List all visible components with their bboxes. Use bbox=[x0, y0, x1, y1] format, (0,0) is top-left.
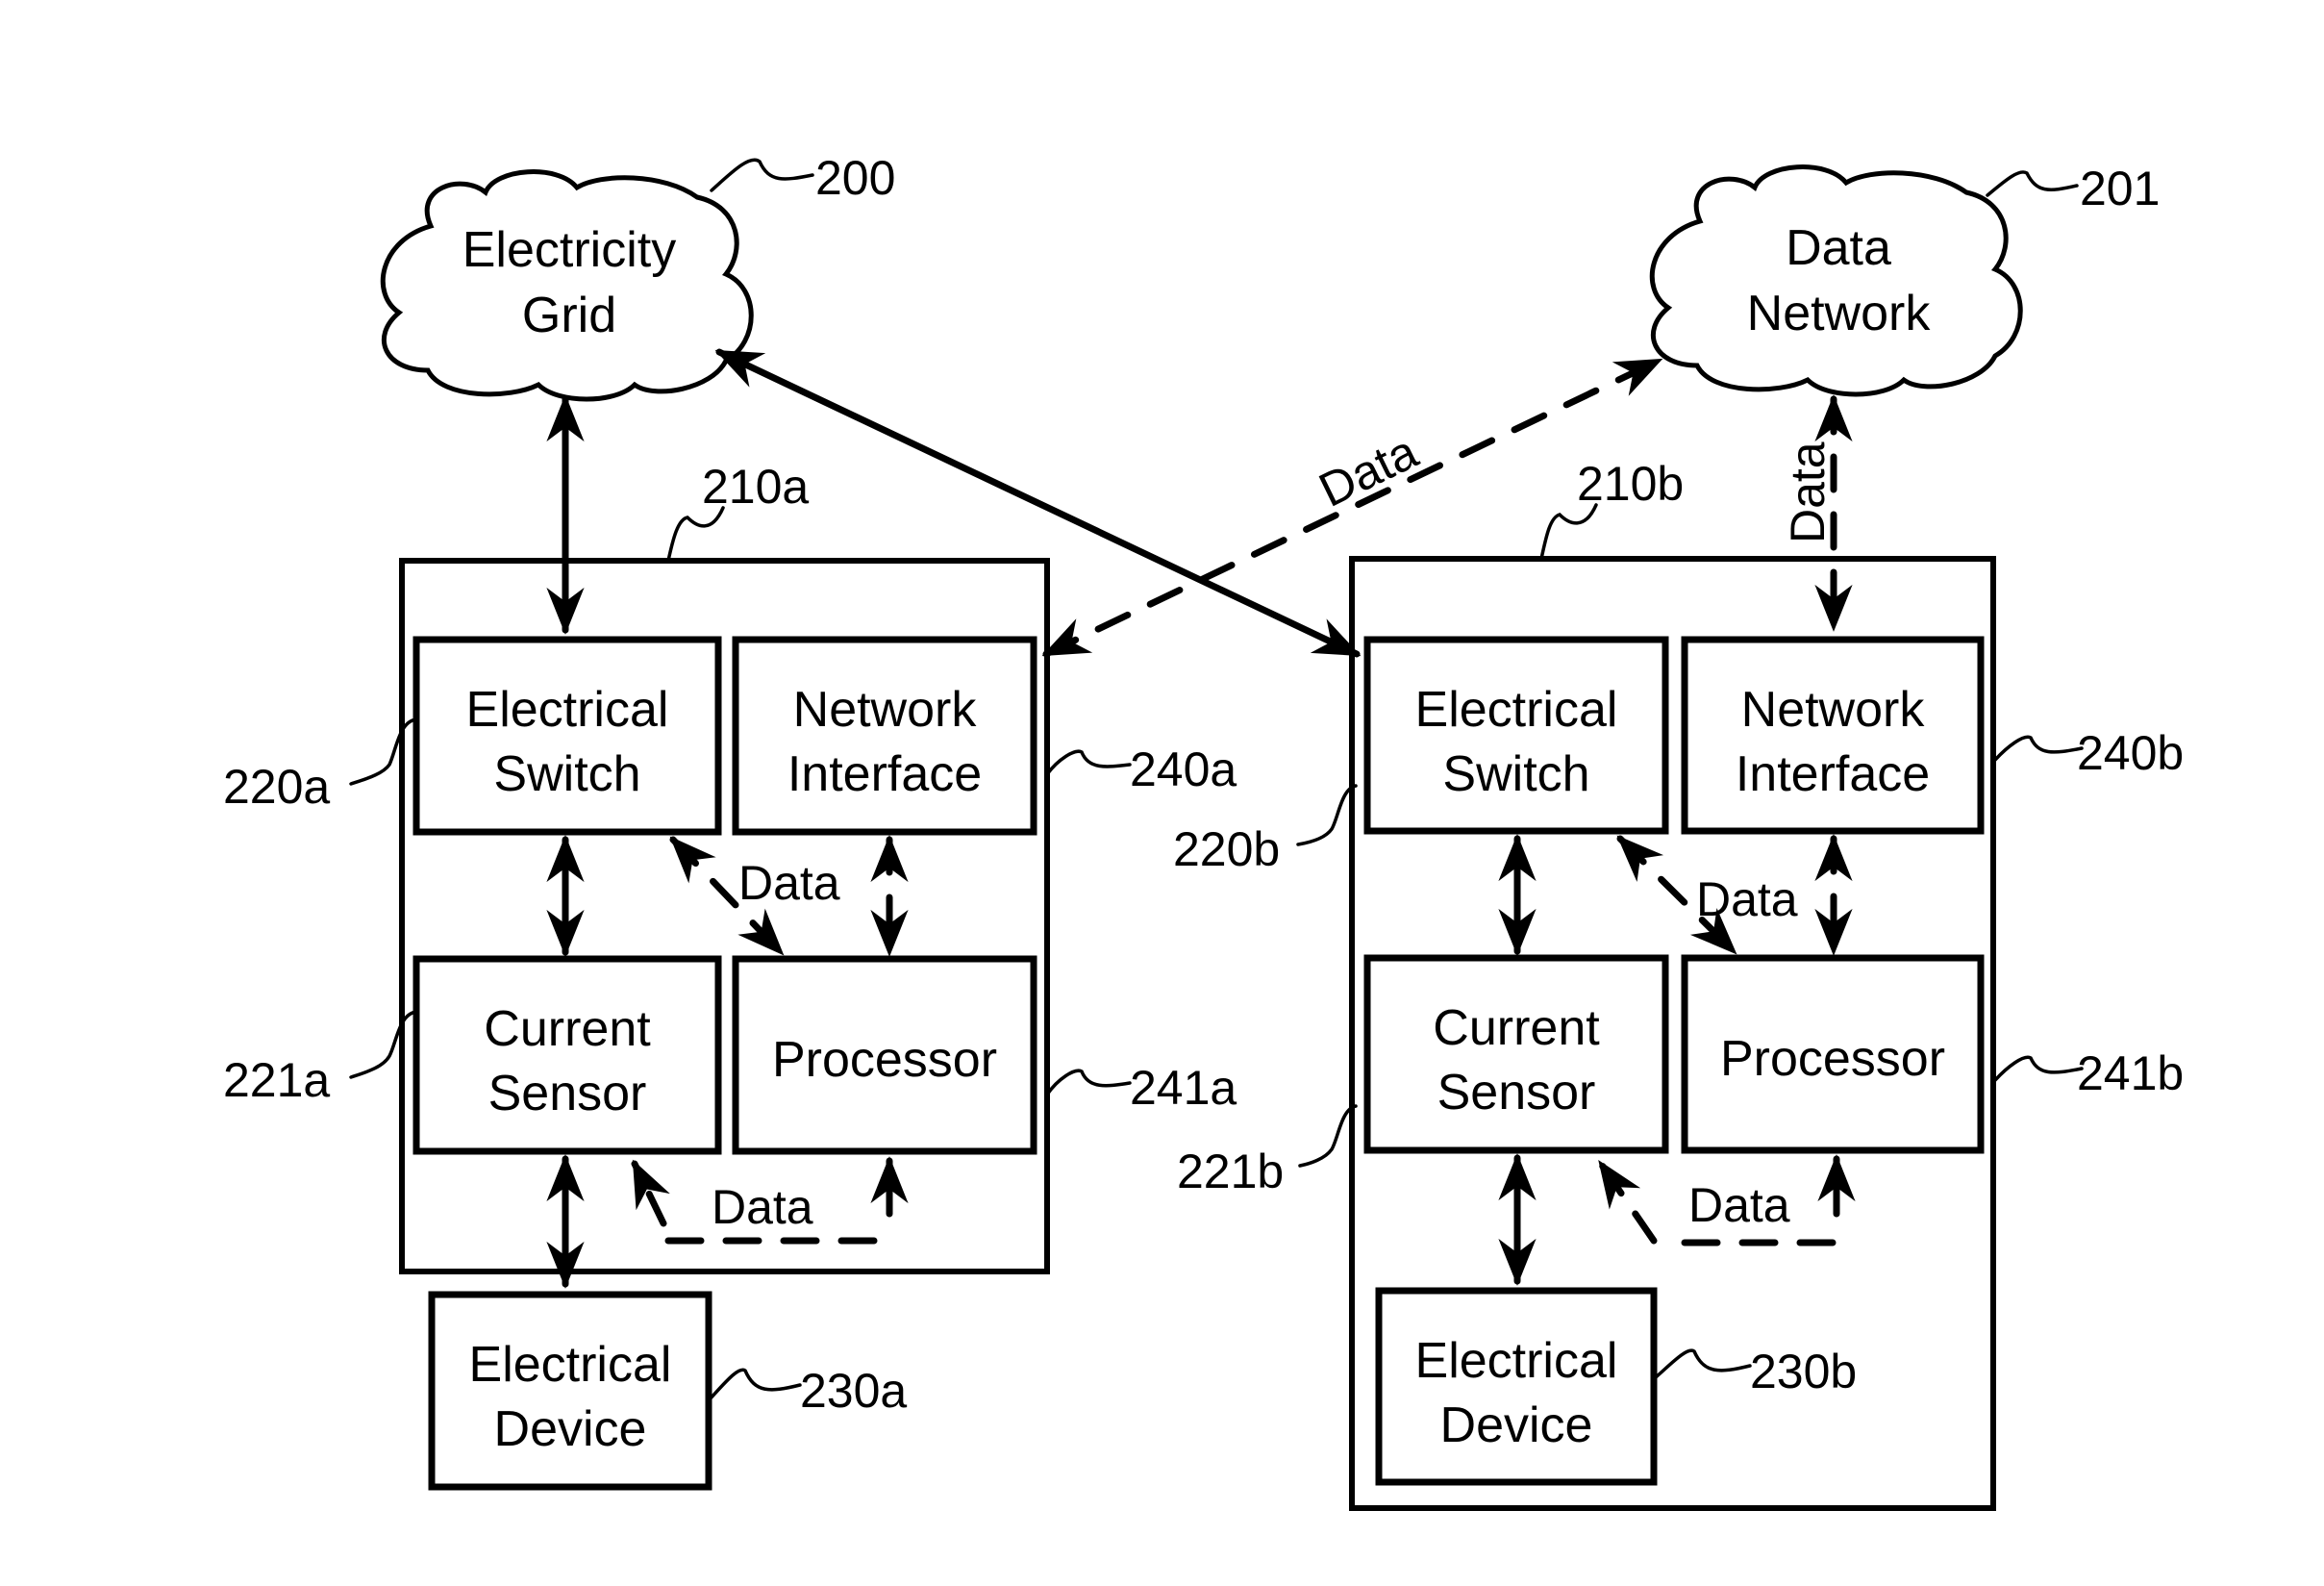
box-label-line1: Electrical bbox=[466, 682, 669, 738]
ref-label-220a: 220a bbox=[223, 760, 330, 814]
ref-leader-241a bbox=[1045, 1069, 1132, 1096]
cloud-shape bbox=[380, 169, 754, 402]
box-label-line1: Electrical bbox=[469, 1337, 672, 1393]
box-label-line1: Current bbox=[484, 1001, 651, 1057]
box-label-line1: Network bbox=[1741, 682, 1926, 738]
data-link-label-vertical: Data bbox=[1781, 441, 1835, 543]
ref-label-220b: 220b bbox=[1173, 822, 1280, 876]
box-label-line1: Electrical bbox=[1415, 682, 1618, 738]
data-label: Data bbox=[712, 1180, 813, 1234]
ref-label-221a: 221a bbox=[223, 1053, 330, 1107]
system-210b: 210b Electrical Switch Network Interface… bbox=[1173, 457, 2184, 1511]
ref-leader-210b bbox=[1539, 503, 1598, 561]
data-label: Data bbox=[1696, 872, 1798, 926]
ref-leader-210a bbox=[666, 506, 725, 563]
ref-label-210b: 210b bbox=[1577, 457, 1684, 511]
ref-label-230b: 230b bbox=[1750, 1345, 1857, 1398]
ref-leader-241b bbox=[1993, 1055, 2084, 1082]
ref-leader-200 bbox=[710, 158, 814, 192]
processor-sensor-data-link-a bbox=[1597, 1159, 1658, 1245]
cloud-shape bbox=[1649, 164, 2023, 397]
ref-leader-220b bbox=[1296, 784, 1358, 846]
box-label-line2: Device bbox=[494, 1401, 647, 1457]
ref-leader-221a bbox=[349, 1010, 418, 1079]
data-label: Data bbox=[738, 856, 840, 910]
ref-label-240a: 240a bbox=[1130, 743, 1237, 796]
processor-sensor-data-link-a bbox=[631, 1159, 670, 1227]
box-label-line2: Device bbox=[1440, 1397, 1593, 1453]
ref-leader-201 bbox=[1986, 170, 2079, 197]
box-label-line1: Current bbox=[1433, 1000, 1600, 1056]
box-label-line1: Network bbox=[793, 682, 978, 738]
box-label: Processor bbox=[772, 1032, 997, 1088]
ref-leader-230b bbox=[1654, 1348, 1752, 1379]
ref-label-221b: 221b bbox=[1177, 1145, 1284, 1198]
grid-to-switch-b-power-link bbox=[714, 348, 1362, 658]
ref-leader-220a bbox=[349, 717, 418, 786]
data-label: Data bbox=[1688, 1178, 1790, 1232]
ref-label-241b: 241b bbox=[2077, 1046, 2184, 1100]
ref-label-230a: 230a bbox=[800, 1364, 907, 1418]
ref-leader-240b bbox=[1993, 735, 2084, 762]
cloud-label-line2: Network bbox=[1747, 286, 1932, 341]
ref-label-241a: 241a bbox=[1130, 1061, 1237, 1115]
box-label-line2: Interface bbox=[787, 746, 982, 802]
ref-label-201: 201 bbox=[2080, 162, 2160, 215]
box-label-line1: Electrical bbox=[1415, 1333, 1618, 1389]
cloud-label-line2: Grid bbox=[522, 288, 616, 343]
ref-label-210a: 210a bbox=[702, 460, 809, 514]
cloud-label-line1: Electricity bbox=[462, 222, 676, 278]
box-label-line2: Switch bbox=[1442, 746, 1589, 802]
ref-label-200: 200 bbox=[815, 151, 895, 205]
ref-leader-230a bbox=[707, 1368, 802, 1402]
ref-leader-240a bbox=[1045, 749, 1132, 776]
ref-leader-221b bbox=[1298, 1104, 1358, 1168]
electricity-grid-cloud: Electricity Grid 200 bbox=[380, 151, 895, 402]
system-diagram: Electricity Grid 200 Data Network 201 Da… bbox=[223, 151, 2184, 1511]
box-label-line2: Sensor bbox=[488, 1066, 647, 1121]
box-label-line2: Sensor bbox=[1437, 1065, 1596, 1120]
box-label: Processor bbox=[1720, 1031, 1945, 1087]
ref-label-240b: 240b bbox=[2077, 726, 2184, 780]
box-label-line2: Interface bbox=[1736, 746, 1930, 802]
system-210a: 210a Electrical Switch Network Interface… bbox=[223, 460, 1237, 1491]
data-network-cloud: Data Network 201 bbox=[1649, 162, 2160, 397]
box-label-line2: Switch bbox=[493, 746, 640, 802]
cloud-label-line1: Data bbox=[1786, 220, 1891, 276]
